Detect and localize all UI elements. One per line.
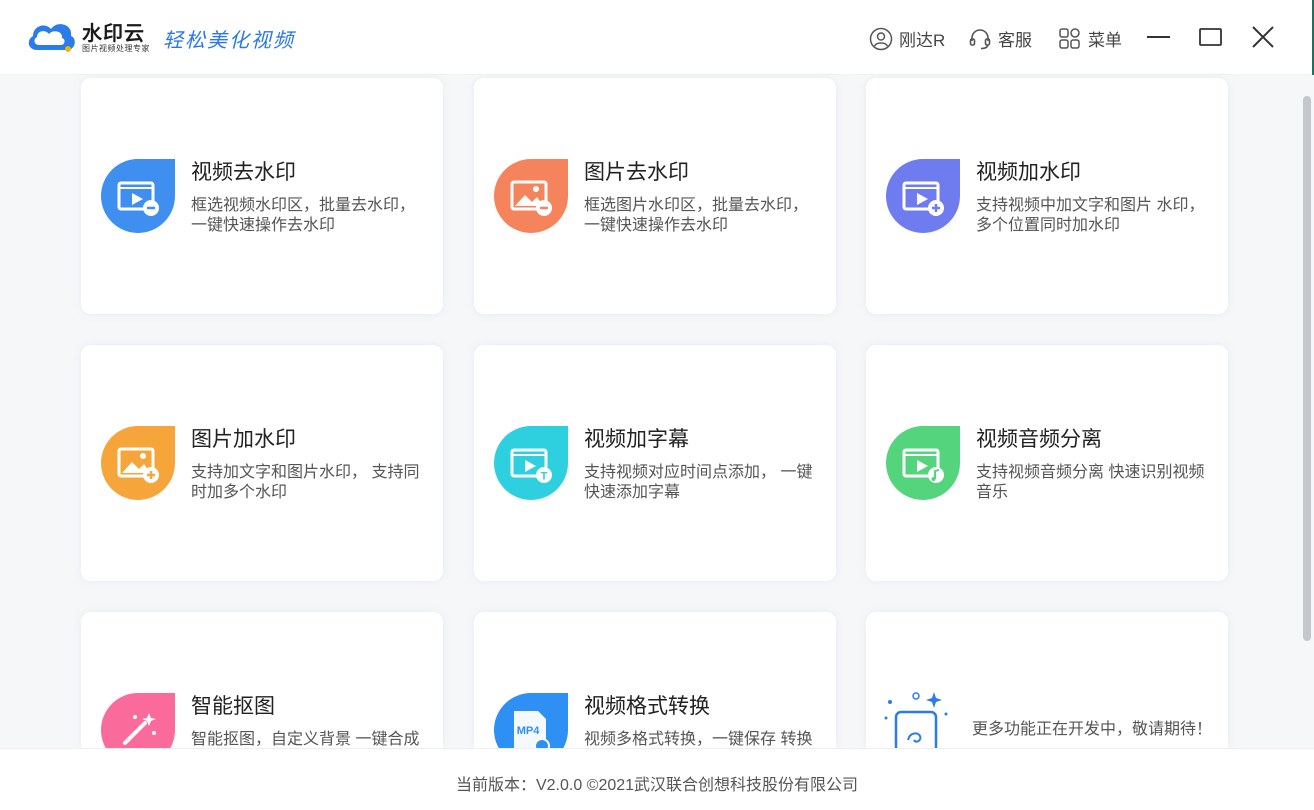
video-subtitle-icon: T xyxy=(494,426,568,500)
cloud-logo-icon xyxy=(28,24,75,52)
card-title: 视频加字幕 xyxy=(584,428,689,451)
card-description: 支持加文字和图片水印， 支持同时加多个水印 xyxy=(191,464,420,501)
vertical-scrollbar[interactable] xyxy=(1303,96,1311,641)
card-title: 智能抠图 xyxy=(191,695,275,718)
coming-soon-text: 更多功能正在开发中，敬请期待！ xyxy=(972,721,1213,738)
footer: 当前版本：V2.0.0 ©2021武汉联合创想科技股份有限公司 xyxy=(0,748,1314,810)
headset-icon xyxy=(969,28,991,49)
feature-card-image-add-watermark[interactable]: 图片加水印 支持加文字和图片水印， 支持同时加多个水印 xyxy=(81,345,443,581)
card-description: 视频多格式转换，一键保存 转换 xyxy=(584,731,813,748)
mp4-format-icon: MP4 xyxy=(494,693,568,748)
card-title: 视频音频分离 xyxy=(976,428,1102,451)
slogan: 轻松美化视频 xyxy=(163,28,295,52)
close-icon[interactable] xyxy=(1250,24,1276,50)
maximize-icon[interactable] xyxy=(1198,24,1224,50)
user-account-button[interactable]: 刚达R xyxy=(869,26,945,51)
card-title: 视频格式转换 xyxy=(584,695,710,718)
svg-text:T: T xyxy=(541,471,548,483)
title-bar: 水印云 图片视频处理专家 轻松美化视频 刚达R 客服 菜单 xyxy=(0,0,1314,75)
card-title: 视频加水印 xyxy=(976,161,1081,184)
card-description: 支持视频中加文字和图片 水印，多个位置同时加水印 xyxy=(976,197,1205,234)
customer-service-label: 客服 xyxy=(998,31,1032,50)
image-add-watermark-icon xyxy=(101,426,175,500)
menu-label: 菜单 xyxy=(1088,31,1122,50)
app-name: 水印云 xyxy=(82,23,145,45)
coming-soon-icon xyxy=(884,692,948,748)
audio-separate-icon xyxy=(886,426,960,500)
user-icon xyxy=(869,27,893,50)
version-copyright: 当前版本：V2.0.0 ©2021武汉联合创想科技股份有限公司 xyxy=(455,777,859,794)
card-description: 智能抠图，自定义背景 一键合成 xyxy=(191,731,420,748)
customer-service-button[interactable]: 客服 xyxy=(968,26,1032,51)
svg-text:MP4: MP4 xyxy=(517,725,541,737)
feature-card-format-convert[interactable]: MP4 视频格式转换 视频多格式转换，一键保存 转换 xyxy=(474,612,836,748)
feature-card-audio-separate[interactable]: 视频音频分离 支持视频音频分离 快速识别视频音乐 xyxy=(866,345,1228,581)
minimize-icon[interactable] xyxy=(1146,24,1172,50)
feature-card-image-remove-watermark[interactable]: 图片去水印 框选图片水印区，批量去水印， 一键快速操作去水印 xyxy=(474,78,836,314)
video-add-watermark-icon xyxy=(886,159,960,233)
app-tagline: 图片视频处理专家 xyxy=(82,44,150,53)
video-remove-watermark-icon xyxy=(101,159,175,233)
user-name: 刚达R xyxy=(899,31,946,50)
grid-menu-icon xyxy=(1059,27,1080,49)
card-description: 支持视频对应时间点添加， 一键快速添加字幕 xyxy=(584,464,813,501)
card-title: 图片去水印 xyxy=(584,161,689,184)
card-title: 图片加水印 xyxy=(191,428,296,451)
card-description: 框选视频水印区，批量去水印， 一键快速操作去水印 xyxy=(191,197,416,234)
card-description: 支持视频音频分离 快速识别视频音乐 xyxy=(976,464,1205,501)
image-remove-watermark-icon xyxy=(494,159,568,233)
feature-card-video-add-watermark[interactable]: 视频加水印 支持视频中加文字和图片 水印，多个位置同时加水印 xyxy=(866,78,1228,314)
feature-card-video-remove-watermark[interactable]: 视频去水印 框选视频水印区，批量去水印， 一键快速操作去水印 xyxy=(81,78,443,314)
smart-cutout-icon xyxy=(101,693,175,748)
menu-button[interactable]: 菜单 xyxy=(1058,26,1122,51)
card-description: 框选图片水印区，批量去水印， 一键快速操作去水印 xyxy=(584,197,809,234)
card-title: 视频去水印 xyxy=(191,161,296,184)
feature-card-smart-cutout[interactable]: 智能抠图 智能抠图，自定义背景 一键合成 xyxy=(81,612,443,748)
feature-card-coming-soon: 更多功能正在开发中，敬请期待！ xyxy=(866,612,1228,748)
feature-card-video-subtitle[interactable]: T 视频加字幕 支持视频对应时间点添加， 一键快速添加字幕 xyxy=(474,345,836,581)
